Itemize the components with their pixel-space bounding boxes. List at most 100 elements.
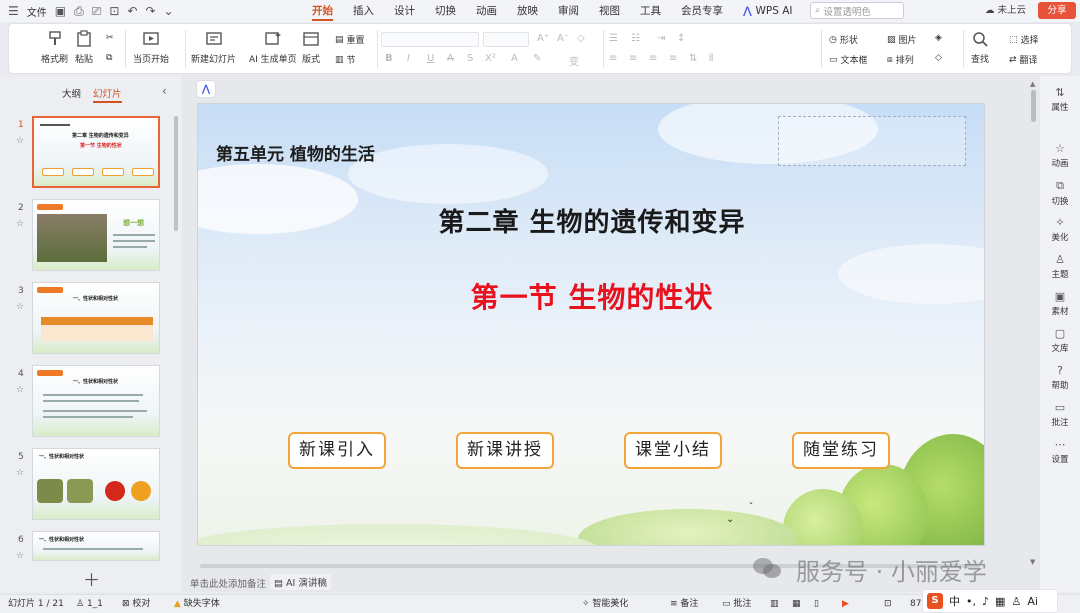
notes-toggle-button[interactable]: ≡ 备注 [670,595,698,613]
layout-button[interactable]: 版式 [302,24,320,65]
outline-icon[interactable]: ◇ [935,53,942,63]
share-button[interactable]: 分享 [1038,2,1076,19]
file-menu[interactable]: 文件 [27,4,47,19]
section-title[interactable]: 第一节 生物的性状 [198,276,984,316]
sidebar-item-properties[interactable]: ⇅ 属性 [1040,86,1080,113]
theme-indicator[interactable]: ♙ 1_1 [76,595,103,613]
undo-icon[interactable]: ↶ [127,4,137,18]
sidebar-item-animation[interactable]: ☆ 动画 [1040,142,1080,169]
bullets-icon[interactable]: ☰ [609,33,618,44]
ime-ai-label[interactable]: Ai [1027,595,1038,608]
sidebar-item-beautify[interactable]: ✧ 美化 [1040,216,1080,243]
new-slide-button[interactable]: 新建幻灯片 [191,24,236,65]
menu-icon[interactable]: ☰ [8,4,19,18]
tab-outline[interactable]: 大纲 [62,86,81,103]
superscript-button[interactable]: X² [485,53,496,64]
select-button[interactable]: ⬚ 选择 [1009,33,1039,47]
shrink-font-button[interactable]: A⁻ [557,33,569,44]
slideshow-play-icon[interactable]: ▶ [842,595,849,613]
slide-thumbnail-2[interactable]: 2 ☆ 想一想 [0,199,180,275]
cloud-status[interactable]: ☁ 未上云 [985,0,1026,22]
sidebar-item-help[interactable]: ? 帮助 [1040,364,1080,391]
tab-member[interactable]: 会员专享 [671,0,733,22]
nav-button-practice[interactable]: 随堂练习 [792,432,890,469]
chapter-title[interactable]: 第二章 生物的遗传和变异 [198,202,984,239]
tab-design[interactable]: 设计 [384,0,425,22]
vertical-scrollbar[interactable] [1031,90,1036,122]
find-button[interactable]: 查找 [971,24,989,65]
fill-icon[interactable]: ◈ [935,33,942,43]
line-spacing-icon[interactable]: ↕ [677,33,685,44]
underline-button[interactable]: U [427,53,434,64]
ime-language[interactable]: 中 [949,593,960,609]
search-input[interactable]: ⌕ 设置透明色 [810,2,904,19]
slide-thumbnail-4[interactable]: 4 ☆ 一、性状和相对性状 [0,365,180,441]
strikethrough-button[interactable]: A [447,53,454,64]
tab-transition[interactable]: 切换 [425,0,466,22]
add-slide-icon[interactable]: ＋ [83,566,100,591]
proofread-button[interactable]: ⊠ 校对 [122,595,150,613]
font-color-button[interactable]: A [511,53,518,64]
italic-button[interactable]: I [407,53,410,64]
reset-button[interactable]: ▤ 重置 [335,33,365,47]
ai-lecture-button[interactable]: ▤ AI 演讲稿 [270,574,331,590]
shape-button[interactable]: ◷ 形状 [829,33,858,47]
bold-button[interactable]: B [385,53,393,64]
sorter-view-icon[interactable]: ▦ [792,595,801,613]
nav-button-lecture[interactable]: 新课讲授 [456,432,554,469]
indent-icon[interactable]: ⇥ [657,33,665,44]
arrange-button[interactable]: ⧈ 排列 [887,53,914,67]
notes-placeholder[interactable]: 单击此处添加备注 [190,576,266,590]
ime-punct-icon[interactable]: •, [966,595,976,608]
comments-toggle-button[interactable]: ▭ 批注 [722,595,751,613]
panel-scrollbar[interactable] [174,116,178,231]
font-size-select[interactable] [483,32,529,47]
smart-beautify-button[interactable]: ✧ 智能美化 [582,595,628,613]
paste-button[interactable]: 粘贴 [75,24,93,65]
wps-ai-float-icon[interactable]: ⋀ [196,80,216,98]
format-painter-button[interactable]: 格式刷 [41,24,68,65]
align-right-icon[interactable]: ≡ [649,53,657,64]
export-icon[interactable]: ⎙ [74,4,84,19]
sidebar-item-comments[interactable]: ▭ 批注 [1040,401,1080,428]
tab-insert[interactable]: 插入 [343,0,384,22]
sidebar-item-settings[interactable]: ⋯ 设置 [1040,438,1080,465]
title-placeholder-box[interactable] [778,116,966,166]
tab-review[interactable]: 审阅 [548,0,589,22]
font-name-select[interactable] [381,32,479,47]
justify-icon[interactable]: ≡ [669,53,677,64]
translate-button[interactable]: ⇄ 翻译 [1009,53,1038,67]
pinyin-button[interactable]: 变 [569,53,579,68]
tab-animation[interactable]: 动画 [466,0,507,22]
tab-slides[interactable]: 幻灯片 [93,86,122,103]
columns-icon[interactable]: ⫴ [709,53,713,64]
save-icon[interactable]: ▣ [55,4,66,18]
textbox-button[interactable]: ▭ 文本框 [829,53,868,67]
nav-button-intro[interactable]: 新课引入 [288,432,386,469]
missing-font-button[interactable]: ▲ 缺失字体 [174,595,220,613]
zoom-level[interactable]: 87 [910,595,921,613]
fit-window-icon[interactable]: ⊡ [884,595,892,613]
highlight-icon[interactable]: ✎ [533,53,541,64]
shadow-button[interactable]: S [467,53,473,64]
redo-icon[interactable]: ↷ [145,4,155,18]
tab-slideshow[interactable]: 放映 [507,0,548,22]
print-preview-icon[interactable]: ⊡ [109,4,119,18]
collapse-panel-icon[interactable]: ‹ [162,84,167,98]
play-from-current-button[interactable]: 当页开始 [133,24,169,65]
scroll-up-icon[interactable]: ▲ [1030,80,1035,88]
clear-format-button[interactable]: ◇ [577,33,585,44]
nav-button-summary[interactable]: 课堂小结 [624,432,722,469]
slide-thumbnail-5[interactable]: 5 ☆ 一、性状和相对性状 [0,448,180,524]
text-direction-icon[interactable]: ⇅ [689,53,697,64]
copy-icon[interactable]: ⧉ [106,53,112,63]
tab-home[interactable]: 开始 [302,0,343,22]
ime-skin-icon[interactable]: ♙ [1011,595,1021,608]
customize-icon[interactable]: ⌄ [164,4,174,18]
tab-wps-ai[interactable]: ⋀ WPS AI [733,0,803,22]
normal-view-icon[interactable]: ▥ [770,595,779,613]
numbering-icon[interactable]: ☷ [631,33,640,44]
ai-single-slide-button[interactable]: AI 生成单页 [249,24,297,65]
section-button[interactable]: ▥ 节 [335,53,356,67]
ime-toolbar[interactable]: S 中 •, ♪ ▦ ♙ Ai [922,589,1058,613]
